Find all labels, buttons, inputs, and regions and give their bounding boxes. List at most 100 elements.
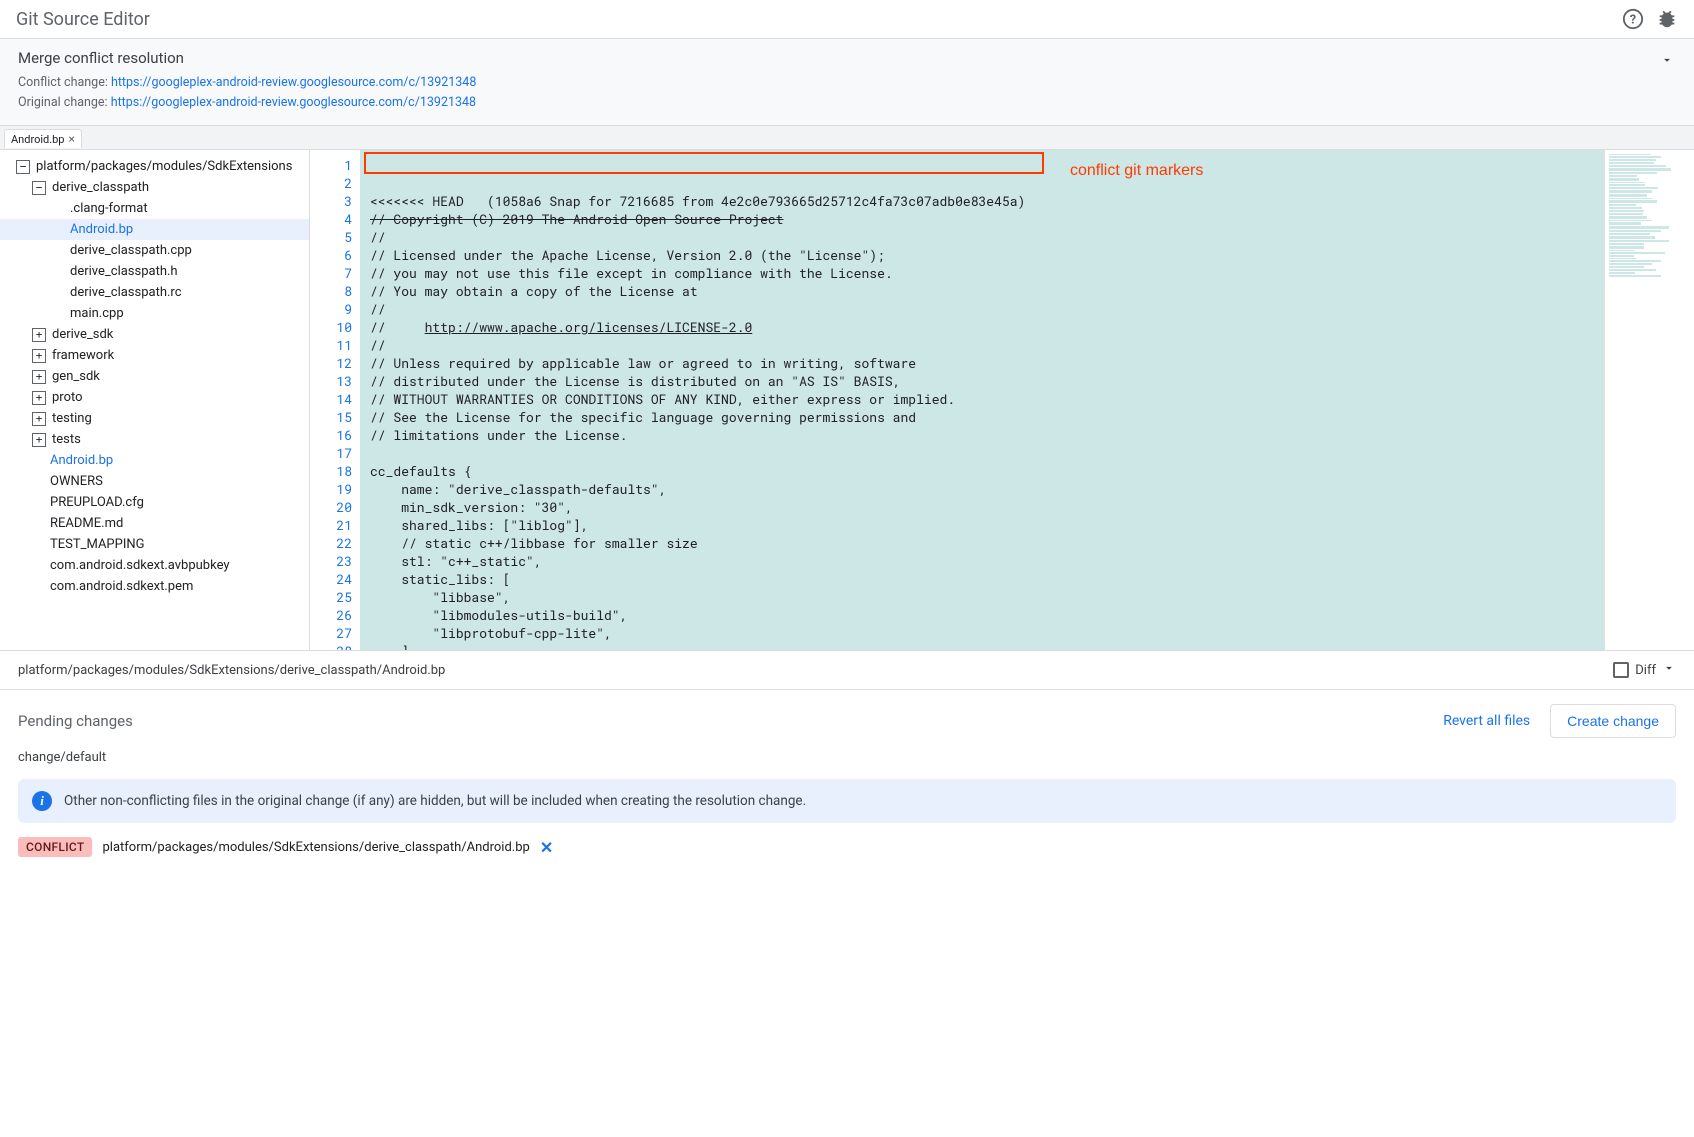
info-banner: i Other non-conflicting files in the ori… xyxy=(18,779,1676,823)
path-bar: platform/packages/modules/SdkExtensions/… xyxy=(0,650,1694,690)
tree-item-label: .clang-format xyxy=(70,201,148,216)
code-line: // WITHOUT WARRANTIES OR CONDITIONS OF A… xyxy=(370,390,1594,408)
help-icon[interactable]: ? xyxy=(1622,8,1644,30)
current-path: platform/packages/modules/SdkExtensions/… xyxy=(18,663,445,678)
tree-item[interactable]: +framework xyxy=(0,345,309,366)
info-text: Other non-conflicting files in the origi… xyxy=(64,793,806,809)
code-line: min_sdk_version: "30", xyxy=(370,498,1594,516)
code-line: // Licensed under the Apache License, Ve… xyxy=(370,246,1594,264)
tree-item-label: main.cpp xyxy=(70,306,124,321)
code-line: ], xyxy=(370,642,1594,650)
code-line xyxy=(370,444,1594,462)
diff-checkbox[interactable] xyxy=(1613,662,1629,678)
tree-item-label: derive_classpath xyxy=(52,180,149,195)
code-line: // http://www.apache.org/licenses/LICENS… xyxy=(370,318,1594,336)
tree-item[interactable]: +gen_sdk xyxy=(0,366,309,387)
original-change-link[interactable]: https://googleplex-android-review.google… xyxy=(111,95,476,110)
code-line: shared_libs: ["liblog"], xyxy=(370,516,1594,534)
code-line: // xyxy=(370,228,1594,246)
remove-conflict-icon[interactable]: ✕ xyxy=(540,838,553,857)
tree-item[interactable]: Android.bp xyxy=(0,450,309,471)
minimap[interactable] xyxy=(1604,150,1694,650)
subheader-title: Merge conflict resolution xyxy=(18,49,1676,67)
tree-item-label: testing xyxy=(52,411,92,426)
file-tree[interactable]: −platform/packages/modules/SdkExtensions… xyxy=(0,150,310,650)
code-line: "libbase", xyxy=(370,588,1594,606)
tree-item[interactable]: com.android.sdkext.avbpubkey xyxy=(0,555,309,576)
tree-item-label: OWNERS xyxy=(50,474,103,489)
conflict-highlight-box xyxy=(364,152,1044,174)
code-line: // you may not use this file except in c… xyxy=(370,264,1594,282)
code-line: static_libs: [ xyxy=(370,570,1594,588)
tree-item[interactable]: README.md xyxy=(0,513,309,534)
tree-item[interactable]: + derive_sdk xyxy=(0,324,309,345)
expand-icon[interactable]: + xyxy=(32,349,46,363)
expand-icon[interactable]: + xyxy=(32,433,46,447)
tree-item[interactable]: OWNERS xyxy=(0,471,309,492)
close-icon[interactable]: × xyxy=(68,132,74,146)
tree-item[interactable]: + tests xyxy=(0,429,309,450)
expand-icon[interactable]: + xyxy=(32,412,46,426)
code-line: // See the License for the specific lang… xyxy=(370,408,1594,426)
code-line: // Copyright (C) 2019 The Android Open S… xyxy=(370,210,1594,228)
code-line: // limitations under the License. xyxy=(370,426,1594,444)
tree-item-label: Android.bp xyxy=(50,453,113,468)
code-line: // static c++/libbase for smaller size xyxy=(370,534,1594,552)
tree-item[interactable]: PREUPLOAD.cfg xyxy=(0,492,309,513)
conflict-badge: CONFLICT xyxy=(18,837,92,857)
conflict-change-row: Conflict change: https://googleplex-andr… xyxy=(18,73,1676,93)
conflict-file-path: platform/packages/modules/SdkExtensions/… xyxy=(102,840,529,855)
create-change-button[interactable]: Create change xyxy=(1550,704,1676,738)
tree-item[interactable]: derive_classpath.h xyxy=(0,261,309,282)
editor: 1234567891011121314151617181920212223242… xyxy=(310,150,1694,650)
code-line: name: "derive_classpath-defaults", xyxy=(370,480,1594,498)
svg-text:?: ? xyxy=(1630,13,1636,28)
tree-item-label: com.android.sdkext.avbpubkey xyxy=(50,558,230,573)
collapse-icon[interactable]: − xyxy=(32,181,46,195)
tree-item[interactable]: TEST_MAPPING xyxy=(0,534,309,555)
tree-item[interactable]: Android.bp xyxy=(0,219,309,240)
editor-tabs: Android.bp × xyxy=(0,126,1694,150)
tree-item[interactable]: derive_classpath.cpp xyxy=(0,240,309,261)
tree-item[interactable]: .clang-format xyxy=(0,198,309,219)
conflict-change-link[interactable]: https://googleplex-android-review.google… xyxy=(111,75,476,90)
diff-dropdown-icon[interactable] xyxy=(1662,661,1676,679)
tree-item[interactable]: derive_classpath.rc xyxy=(0,282,309,303)
expand-icon[interactable]: + xyxy=(32,328,46,342)
tree-item-label: PREUPLOAD.cfg xyxy=(50,495,144,510)
revert-all-link[interactable]: Revert all files xyxy=(1443,713,1530,729)
line-gutter: 1234567891011121314151617181920212223242… xyxy=(310,150,360,650)
expand-icon[interactable]: + xyxy=(32,391,46,405)
code-line: // Unless required by applicable law or … xyxy=(370,354,1594,372)
tree-item[interactable]: −derive_classpath xyxy=(0,177,309,198)
tree-item[interactable]: main.cpp xyxy=(0,303,309,324)
expand-arrow-icon[interactable] xyxy=(1660,53,1674,71)
tree-item[interactable]: com.android.sdkext.pem xyxy=(0,576,309,597)
tree-item-label: TEST_MAPPING xyxy=(50,537,145,552)
code-area[interactable]: <<<<<<< HEAD (1058a6 Snap for 7216685 fr… xyxy=(360,150,1604,650)
tree-item-label: tests xyxy=(52,432,81,447)
collapse-icon[interactable]: − xyxy=(16,160,30,174)
bug-icon[interactable] xyxy=(1656,8,1678,30)
app-header: Git Source Editor ? xyxy=(0,0,1694,39)
tree-item-label: derive_sdk xyxy=(52,327,113,342)
tree-item-label: com.android.sdkext.pem xyxy=(50,579,193,594)
tree-item[interactable]: + testing xyxy=(0,408,309,429)
tree-item-label: Android.bp xyxy=(70,222,133,237)
annotation-label: conflict git markers xyxy=(1070,162,1203,180)
tree-item-label: platform/packages/modules/SdkExtensions xyxy=(36,159,292,174)
main-area: −platform/packages/modules/SdkExtensions… xyxy=(0,150,1694,650)
tree-item[interactable]: −platform/packages/modules/SdkExtensions xyxy=(0,156,309,177)
app-title: Git Source Editor xyxy=(16,9,1622,30)
code-line: // xyxy=(370,300,1594,318)
code-line: stl: "c++_static", xyxy=(370,552,1594,570)
code-line: // distributed under the License is dist… xyxy=(370,372,1594,390)
tree-item[interactable]: +proto xyxy=(0,387,309,408)
tree-item-label: derive_classpath.cpp xyxy=(70,243,192,258)
diff-label: Diff xyxy=(1635,663,1656,678)
expand-icon[interactable]: + xyxy=(32,370,46,384)
tree-item-label: derive_classpath.h xyxy=(70,264,178,279)
conflict-file-row: CONFLICT platform/packages/modules/SdkEx… xyxy=(18,837,1676,857)
tab-android-bp[interactable]: Android.bp × xyxy=(4,129,82,148)
code-line: "libprotobuf-cpp-lite", xyxy=(370,624,1594,642)
